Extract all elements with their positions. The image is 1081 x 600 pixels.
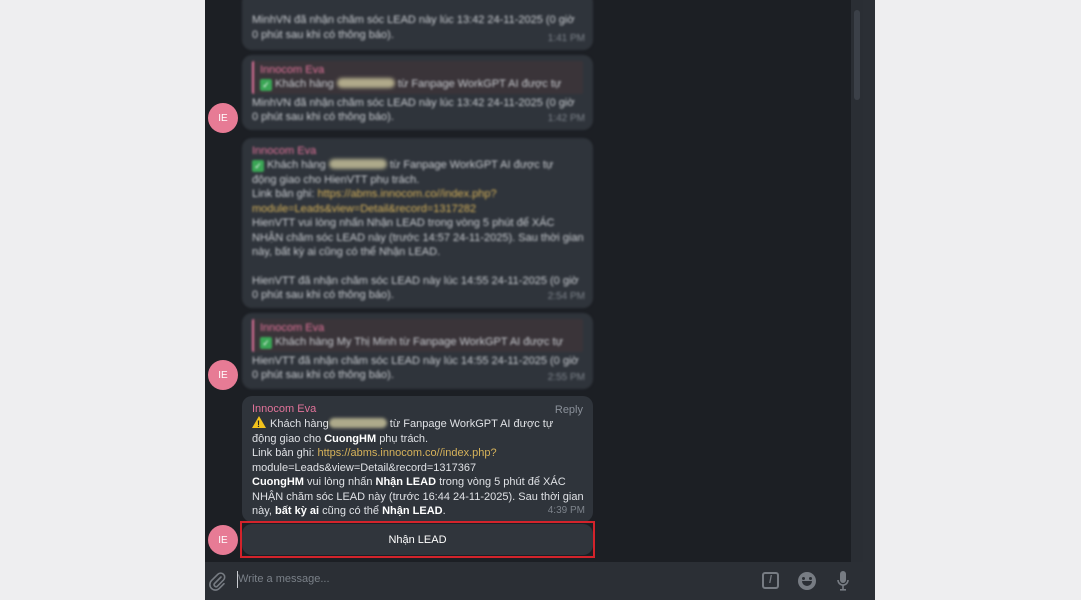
record-link[interactable]: module=Leads&view=Detail&record=1317367 — [252, 461, 583, 476]
message-line: 0 phút sau khi có thông báo). — [252, 28, 394, 41]
message-time: 2:55 PM — [547, 371, 585, 383]
message-text: trong vòng 5 phút để XÁC — [439, 476, 566, 488]
redacted-name — [336, 78, 395, 88]
message-time: 1:42 PM — [547, 112, 585, 124]
message-time: 4:39 PM — [547, 504, 585, 516]
message-line: MinhVN đã nhận chăm sóc LEAD này lúc 13:… — [252, 14, 575, 26]
emphasis-text: bất kỳ ai — [275, 505, 320, 517]
message-text: từ Fanpage WorkGPT AI được tự — [389, 159, 554, 171]
assignee-name: CuongHM — [324, 432, 377, 445]
checkmark-icon: ✓ — [260, 79, 272, 91]
scrollbar-thumb[interactable] — [854, 10, 860, 100]
quoted-message[interactable]: Innocom Eva ✓ Khách hàng My Thị Minh từ F… — [252, 319, 583, 352]
quoted-message[interactable]: Innocom Eva ✓ Khách hàng từ Fanpage WorkG… — [252, 61, 583, 94]
microphone-icon[interactable] — [837, 571, 849, 591]
command-icon[interactable]: / — [762, 572, 779, 589]
message-text: . — [442, 505, 446, 517]
avatar[interactable]: IE — [208, 103, 238, 133]
chat-area[interactable]: MinhVN đã nhận chăm sóc LEAD này lúc 13:… — [205, 0, 863, 562]
scrollbar[interactable] — [851, 0, 863, 562]
sender-name: Innocom Eva — [252, 145, 317, 157]
message-bubble[interactable]: MinhVN đã nhận chăm sóc LEAD này lúc 13:… — [242, 0, 593, 50]
highlight-box — [240, 521, 595, 558]
link-label: Link bản ghi: — [252, 188, 315, 200]
message-input[interactable]: Write a message... — [238, 573, 330, 585]
message-bubble[interactable]: Innocom Eva ✓ Khách hàng từ Fanpage WorkG… — [242, 55, 593, 130]
emphasis-text: Nhận LEAD — [382, 505, 443, 517]
link-label: Link bản ghi: — [252, 447, 315, 459]
message-composer: Write a message... / — [205, 562, 875, 600]
message-text: từ Fanpage WorkGPT AI được tự — [389, 418, 554, 430]
message-line: HienVTT đã nhận chăm sóc LEAD này lúc 14… — [252, 354, 579, 367]
quote-sender: Innocom Eva — [260, 322, 325, 334]
checkmark-icon: ✓ — [252, 160, 264, 172]
quote-text: từ Fanpage WorkGPT AI được tự — [397, 78, 562, 90]
message-line: HienVTT đã nhận chăm sóc LEAD này lúc 14… — [252, 274, 579, 287]
message-line: NHẬN chăm sóc LEAD này (trước 14:57 24-1… — [252, 231, 584, 244]
quote-text: Khách hàng — [275, 78, 334, 90]
avatar[interactable]: IE — [208, 360, 238, 390]
message-text: cũng có thể — [322, 505, 380, 517]
warning-icon: ! — [252, 416, 266, 429]
record-link[interactable]: module=Leads&view=Detail&record=1317282 — [252, 202, 583, 217]
emoji-icon[interactable] — [798, 572, 816, 590]
message-time: 1:41 PM — [547, 32, 585, 44]
message-text: Khách hàng — [270, 418, 329, 430]
message-bubble[interactable]: Innocom Eva ✓ Khách hàng My Thị Minh từ F… — [242, 313, 593, 389]
message-line: 0 phút sau khi có thông báo). — [252, 289, 394, 301]
record-link[interactable]: https://abms.innocom.co//index.php? — [317, 447, 496, 459]
message-line: động giao cho HienVTT phụ trách. — [252, 173, 420, 186]
emphasis-text: Nhận LEAD — [375, 476, 437, 488]
sender-name: Innocom Eva — [252, 403, 317, 415]
reply-link[interactable]: Reply — [555, 403, 583, 418]
record-link[interactable]: https://abms.innocom.co//index.php? — [317, 188, 496, 200]
quote-text: Khách hàng My Thị Minh từ Fanpage WorkGP… — [275, 336, 563, 348]
message-text: này, — [252, 505, 272, 517]
message-line: 0 phút sau khi có thông báo). — [252, 111, 394, 123]
message-text: động giao cho — [252, 432, 322, 445]
avatar[interactable]: IE — [208, 525, 238, 555]
message-line: MinhVN đã nhận chăm sóc LEAD này lúc 13:… — [252, 96, 575, 109]
message-text: vui lòng nhấn — [307, 476, 373, 488]
checkmark-icon: ✓ — [260, 337, 272, 349]
assignee-name: CuongHM — [252, 476, 304, 488]
message-line: 0 phút sau khi có thông báo). — [252, 369, 394, 381]
quote-sender: Innocom Eva — [260, 64, 325, 76]
message-text: phụ trách. — [379, 432, 429, 445]
message-line: này, bất kỳ ai cũng có thể Nhận LEAD. — [252, 246, 441, 258]
message-text: Khách hàng — [267, 159, 326, 171]
message-bubble[interactable]: Innocom Eva Reply ! Khách hàng từ Fanpage… — [242, 396, 593, 522]
redacted-name — [328, 418, 387, 428]
paperclip-icon[interactable] — [208, 571, 226, 591]
message-bubble[interactable]: Innocom Eva ✓ Khách hàng từ Fanpage WorkG… — [242, 138, 593, 308]
message-line: HienVTT vui lòng nhấn Nhận LEAD trong vò… — [252, 217, 555, 229]
message-time: 2:54 PM — [547, 290, 585, 302]
redacted-name — [328, 159, 387, 169]
message-line: NHẬN chăm sóc LEAD này (trước 16:44 24-1… — [252, 490, 584, 503]
telegram-window: MinhVN đã nhận chăm sóc LEAD này lúc 13:… — [205, 0, 875, 600]
